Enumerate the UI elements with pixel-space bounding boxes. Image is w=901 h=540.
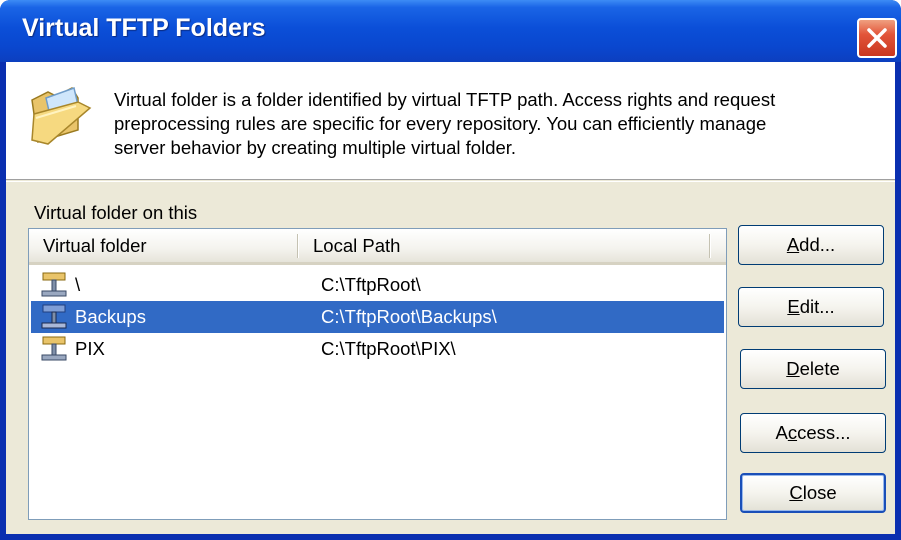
description-text: Virtual folder is a folder identified by…	[114, 88, 884, 160]
delete-button[interactable]: Delete	[740, 349, 886, 389]
close-window-button[interactable]	[857, 18, 897, 58]
row-name: PIX	[75, 338, 105, 359]
list-row[interactable]: \ C:\TftpRoot\	[31, 269, 724, 301]
open-folder-icon	[31, 87, 92, 145]
access-button-label: cess...	[797, 422, 851, 443]
description-line: preprocessing rules are specific for eve…	[114, 113, 767, 134]
network-share-icon	[41, 272, 67, 297]
column-divider[interactable]	[709, 234, 711, 258]
description-line: server behavior by creating multiple vir…	[114, 137, 517, 158]
access-button-label-start: A	[775, 422, 788, 443]
dialog-client-area: Virtual folder is a folder identified by…	[6, 62, 895, 534]
close-icon	[867, 28, 887, 48]
close-button-mnemonic: C	[789, 482, 803, 503]
row-name: \	[75, 274, 81, 295]
access-button-mnemonic: c	[787, 422, 798, 443]
close-button[interactable]: Close	[740, 473, 886, 513]
description-line: Virtual folder is a folder identified by…	[114, 89, 776, 110]
title-bar[interactable]: Virtual TFTP Folders	[0, 0, 901, 62]
row-path: C:\TftpRoot\	[321, 274, 421, 295]
window-title: Virtual TFTP Folders	[22, 14, 266, 42]
edit-button-mnemonic: E	[787, 296, 800, 317]
column-header-local-path[interactable]: Local Path	[299, 229, 709, 262]
delete-button-mnemonic: D	[786, 358, 800, 379]
group-label: Virtual folder on this	[34, 202, 198, 223]
column-header-virtual-folder[interactable]: Virtual folder	[29, 229, 297, 262]
add-button-mnemonic: A	[786, 234, 800, 255]
virtual-folder-list[interactable]: Virtual folder Local Path \ C:\TftpRoot\	[28, 228, 727, 520]
row-name: Backups	[75, 306, 146, 327]
header-separator	[6, 181, 895, 182]
add-button[interactable]: Add...	[738, 225, 884, 265]
list-row[interactable]: PIX C:\TftpRoot\PIX\	[31, 333, 724, 365]
edit-button[interactable]: Edit...	[738, 287, 884, 327]
add-button-label: dd...	[799, 234, 836, 255]
dialog-window: Virtual TFTP Folders Virtual folder is a…	[0, 0, 901, 540]
close-button-label: lose	[802, 482, 837, 503]
delete-button-label: elete	[799, 358, 840, 379]
access-button[interactable]: Access...	[740, 413, 886, 453]
list-row-selected[interactable]: Backups C:\TftpRoot\Backups\	[31, 301, 724, 333]
row-path: C:\TftpRoot\PIX\	[321, 338, 456, 359]
header-band: Virtual folder is a folder identified by…	[6, 62, 895, 180]
row-path: C:\TftpRoot\Backups\	[321, 306, 497, 327]
edit-button-label: dit...	[799, 296, 835, 317]
network-share-icon	[41, 336, 67, 361]
network-share-icon	[41, 304, 67, 329]
list-header: Virtual folder Local Path	[29, 229, 726, 265]
